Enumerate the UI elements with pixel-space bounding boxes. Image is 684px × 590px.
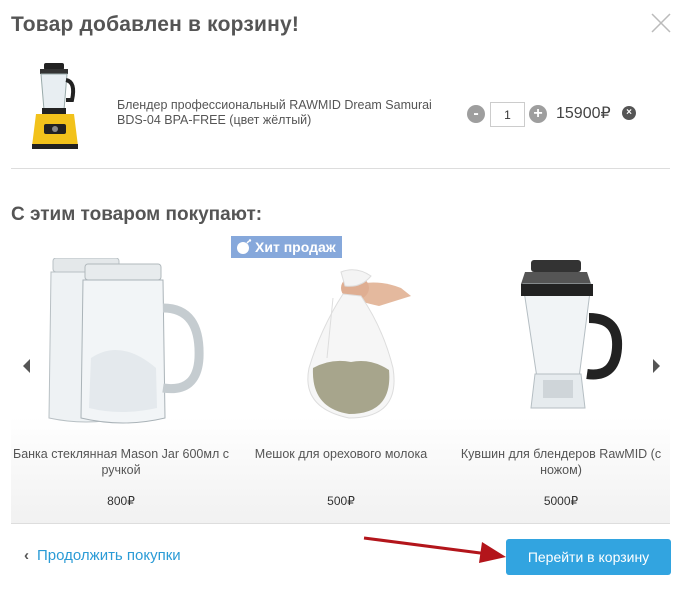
continue-shopping-link[interactable]: ‹ Продолжить покупки: [24, 547, 181, 564]
product-card-price: 800₽: [107, 494, 135, 508]
annotation-arrow: [363, 536, 506, 563]
product-card-mason-jar[interactable]: Банка стеклянная Mason Jar 600мл с ручко…: [11, 257, 231, 524]
bestseller-badge: Хит продаж: [231, 236, 342, 258]
product-card-price: 5000₽: [543, 494, 579, 508]
blender-jug-image: [481, 258, 651, 428]
chevron-left-icon: ‹: [24, 547, 29, 564]
nut-milk-bag-image: [261, 258, 431, 428]
bestseller-badge-label: Хит продаж: [255, 239, 336, 255]
quantity-input[interactable]: [490, 102, 525, 127]
product-card-name[interactable]: Банка стеклянная Mason Jar 600мл с ручко…: [11, 446, 231, 478]
modal-title: Товар добавлен в корзину!: [11, 13, 300, 36]
bomb-icon: [236, 239, 252, 255]
blender-image: [22, 60, 92, 152]
recommendations-title: С этим товаром покупают:: [11, 204, 263, 225]
cart-item-row: Блендер профессиональный RAWMID Dream Sa…: [0, 58, 684, 158]
close-icon[interactable]: [650, 12, 672, 34]
cart-item-price: 15900₽: [556, 105, 611, 122]
go-to-cart-button[interactable]: Перейти в корзину: [506, 539, 671, 575]
product-card-name[interactable]: Кувшин для блендеров RawMID (с ножом): [451, 446, 671, 478]
mason-jar-image: [41, 257, 211, 428]
product-card-price: 500₽: [327, 494, 355, 508]
cart-item-name[interactable]: Блендер профессиональный RAWMID Dream Sa…: [117, 98, 457, 128]
quantity-increase-button[interactable]: +: [529, 105, 547, 123]
divider: [11, 168, 670, 169]
quantity-decrease-button[interactable]: -: [467, 105, 485, 123]
product-card-blender-jug[interactable]: Кувшин для блендеров RawMID (с ножом) 50…: [451, 258, 671, 524]
product-card-nut-milk-bag[interactable]: Мешок для орехового молока 500₽: [231, 258, 451, 524]
remove-item-icon[interactable]: ×: [622, 106, 636, 120]
product-card-name[interactable]: Мешок для орехового молока: [231, 446, 451, 462]
continue-shopping-label: Продолжить покупки: [37, 547, 181, 564]
recommendations-carousel: Банка стеклянная Mason Jar 600мл с ручко…: [11, 257, 671, 524]
carousel-next-arrow-icon[interactable]: [649, 358, 663, 374]
